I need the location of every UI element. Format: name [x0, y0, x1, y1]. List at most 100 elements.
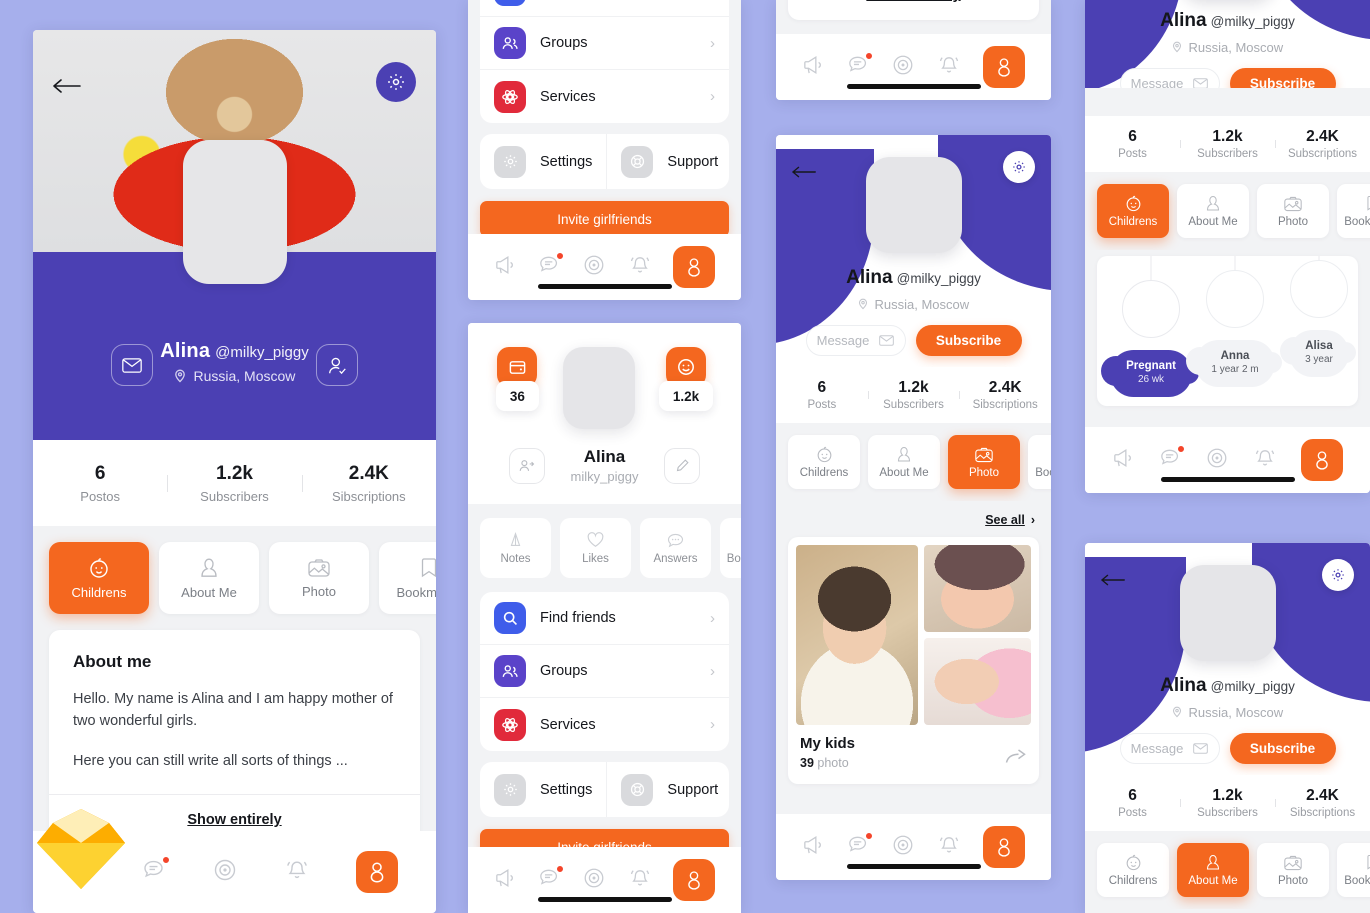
settings-button[interactable] — [1322, 559, 1354, 591]
tab-bookmarks[interactable]: Bookmarks — [1028, 435, 1051, 489]
nav-profile-active[interactable] — [1300, 439, 1343, 481]
message-button[interactable]: Message — [1119, 68, 1220, 88]
nav-target[interactable] — [1205, 446, 1229, 475]
tab-bookmarks[interactable]: Bookmarks — [379, 542, 436, 614]
tab-bookmarks[interactable]: Bookmarks — [1337, 843, 1370, 897]
stat-subscriptions[interactable]: 2.4K Sibscriptions — [301, 463, 436, 504]
menu-item-find-friends[interactable]: Find friends › — [480, 592, 729, 645]
tile-bookmarks[interactable]: Bookmarks — [720, 518, 741, 578]
stat-posts[interactable]: 6 Postos — [33, 463, 167, 504]
tab-childrens[interactable]: Childrens — [788, 435, 860, 489]
tab-childrens[interactable]: Childrens — [49, 542, 149, 614]
stat-subscribers[interactable]: 1.2k Subscribers — [167, 463, 301, 504]
menu-item-services[interactable]: Services › — [480, 698, 729, 751]
nav-bell[interactable] — [936, 53, 962, 82]
nav-chat[interactable] — [847, 51, 873, 81]
tab-photo[interactable]: Photo — [948, 435, 1020, 489]
stat-subscribers[interactable]: 1.2k Subscribers — [1180, 128, 1275, 160]
nav-megaphone[interactable] — [71, 858, 97, 887]
nav-bell[interactable] — [936, 833, 962, 862]
nav-chat[interactable] — [847, 831, 873, 861]
back-button[interactable] — [792, 159, 818, 185]
settings-button[interactable] — [376, 62, 416, 102]
menu-item-services[interactable]: Services › — [480, 70, 729, 123]
nav-chat[interactable] — [142, 855, 170, 887]
tab-photo[interactable]: Photo — [269, 542, 369, 614]
album-photo-3[interactable] — [924, 638, 1031, 725]
stat-subscribers[interactable]: 1.2k Subscribers — [1180, 787, 1275, 819]
menu-item-groups[interactable]: Groups › — [480, 645, 729, 698]
nav-profile-active[interactable] — [982, 46, 1025, 88]
stat-posts[interactable]: 6 Posts — [776, 379, 868, 411]
nav-profile-active[interactable] — [982, 826, 1025, 868]
nav-bell[interactable] — [283, 857, 311, 888]
back-button[interactable] — [53, 72, 83, 98]
menu-item-find-friends[interactable]: Find friends › — [480, 0, 729, 17]
avatar[interactable] — [182, 140, 287, 284]
avatar[interactable] — [562, 347, 635, 429]
subscribe-button[interactable]: Subscribe — [915, 325, 1022, 356]
back-button[interactable] — [1101, 567, 1127, 593]
nav-chat[interactable] — [538, 251, 565, 281]
album-photo-2[interactable] — [924, 545, 1031, 632]
edit-profile-button[interactable] — [664, 447, 701, 484]
nav-chat[interactable] — [538, 864, 565, 894]
tab-photo[interactable]: Photo — [1257, 843, 1329, 897]
stat-subscriptions[interactable]: 2.4K Sibscriptions — [1275, 787, 1370, 819]
nav-bell[interactable] — [1252, 446, 1278, 475]
nav-bell[interactable] — [627, 866, 653, 895]
nav-megaphone[interactable] — [494, 867, 518, 894]
nav-profile-active[interactable] — [355, 851, 398, 893]
tab-childrens[interactable]: Childrens — [1097, 843, 1169, 897]
tab-childrens[interactable]: Childrens — [1097, 184, 1169, 238]
album-card[interactable]: My kids 39 photo — [788, 537, 1039, 784]
stat-posts[interactable]: 6 Posts — [1085, 787, 1180, 819]
tile-answers[interactable]: Answers — [640, 518, 711, 578]
tab-about-me[interactable]: About Me — [1177, 843, 1249, 897]
subscribe-button[interactable]: Subscribe — [1229, 733, 1336, 764]
settings-button[interactable] — [1003, 151, 1035, 183]
see-all-link[interactable]: See all — [985, 513, 1025, 527]
share-button[interactable] — [1005, 747, 1027, 770]
menu-item-support[interactable]: Support — [606, 134, 729, 189]
tab-photo[interactable]: Photo — [1257, 184, 1329, 238]
child-pregnant[interactable]: Pregnant 26 wk — [1101, 256, 1199, 398]
stat-subscriptions[interactable]: 2.4K Sibscriptions — [959, 379, 1051, 411]
stat-posts[interactable]: 6 Posts — [1085, 128, 1180, 160]
message-button[interactable]: Message — [805, 325, 906, 356]
nav-profile-active[interactable] — [672, 246, 715, 288]
stat-subscribers[interactable]: 1.2k Subscribers — [867, 379, 960, 411]
menu-item-settings[interactable]: Settings — [480, 762, 606, 817]
subscribe-button[interactable]: Subscribe — [1229, 68, 1336, 88]
nav-target[interactable] — [212, 857, 238, 888]
nav-target[interactable] — [582, 866, 606, 895]
avatar[interactable] — [1179, 565, 1276, 661]
menu-item-groups[interactable]: Groups › — [480, 17, 729, 70]
tab-about-me[interactable]: About Me — [1177, 184, 1249, 238]
show-entirely-link[interactable]: Show entirely — [866, 0, 960, 3]
nav-chat[interactable] — [1159, 444, 1185, 474]
nav-megaphone[interactable] — [1112, 447, 1136, 474]
tab-about-me[interactable]: About Me — [159, 542, 259, 614]
nav-profile-active[interactable] — [672, 859, 715, 901]
tile-likes[interactable]: Likes — [560, 518, 631, 578]
menu-item-settings[interactable]: Settings — [480, 134, 606, 189]
nav-target[interactable] — [582, 253, 606, 282]
stat-subscriptions[interactable]: 2.4K Subscriptions — [1275, 128, 1370, 160]
tile-notes[interactable]: Notes — [480, 518, 551, 578]
child-anna[interactable]: Anna 1 year 2 m — [1186, 256, 1282, 388]
show-entirely-link[interactable]: Show entirely — [187, 812, 281, 828]
nav-megaphone[interactable] — [802, 834, 826, 861]
switch-account-button[interactable] — [508, 447, 545, 484]
invite-girlfriends-button[interactable]: Invite girlfriends — [480, 201, 729, 237]
message-button[interactable]: Message — [1119, 733, 1220, 764]
tab-about-me[interactable]: About Me — [868, 435, 940, 489]
nav-megaphone[interactable] — [494, 254, 518, 281]
avatar[interactable] — [865, 157, 962, 253]
nav-target[interactable] — [891, 833, 915, 862]
menu-item-support[interactable]: Support — [606, 762, 729, 817]
nav-bell[interactable] — [627, 253, 653, 282]
tab-bookmarks[interactable]: Bookmarks — [1337, 184, 1370, 238]
nav-megaphone[interactable] — [802, 54, 826, 81]
child-alisa[interactable]: Alisa 3 year — [1273, 256, 1358, 378]
